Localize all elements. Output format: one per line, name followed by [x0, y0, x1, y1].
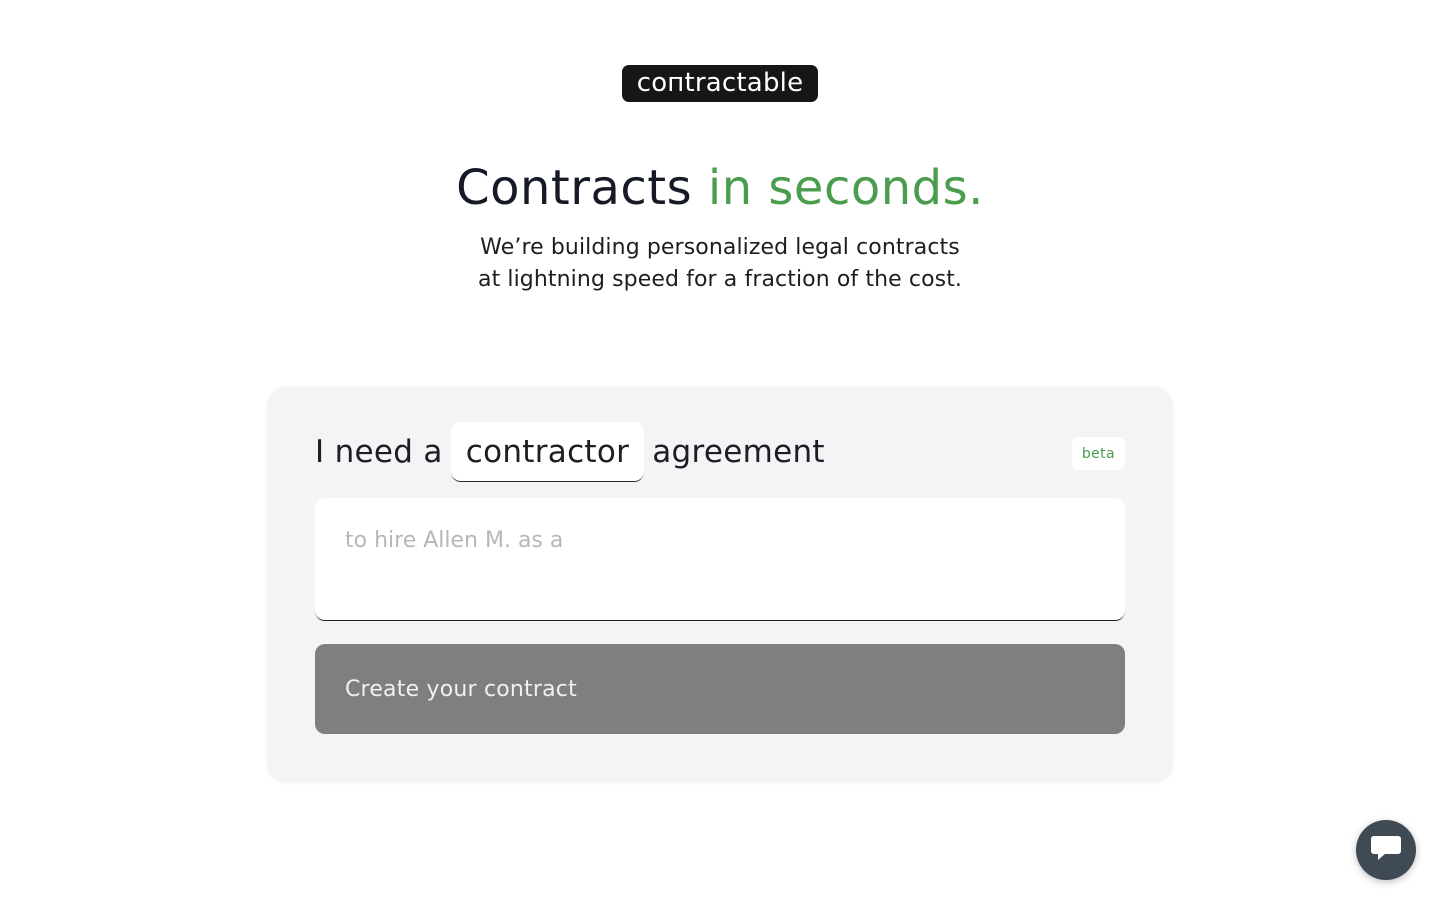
agreement-type-value: contractor [465, 433, 630, 470]
need-suffix-label: agreement [652, 434, 825, 470]
beta-badge: beta [1071, 437, 1125, 470]
contract-form-card: I need a contractor agreement beta Creat… [269, 387, 1171, 779]
hero-title-main: Contracts [456, 160, 693, 216]
hero-title-accent: in seconds. [707, 160, 984, 216]
hero-subtitle-line-2: at lightning speed for a fraction of the… [477, 267, 963, 292]
contract-details-input[interactable] [315, 498, 1125, 621]
hero-title: Contracts in seconds. [0, 158, 1440, 218]
hero-subtitle: We’re building personalized legal contra… [0, 232, 1440, 296]
hero-subtitle-line-1: We’re building personalized legal contra… [480, 235, 960, 260]
need-prefix-label: I need a [315, 434, 443, 470]
create-contract-button[interactable]: Create your contract [315, 644, 1125, 734]
chat-bubble-icon [1371, 834, 1401, 866]
agreement-type-row: I need a contractor agreement [315, 422, 825, 482]
chat-launcher-button[interactable] [1356, 820, 1416, 880]
beta-label: beta [1081, 445, 1115, 462]
logo[interactable]: coпtractable [622, 65, 818, 102]
page: coпtractable Contracts in seconds. We’re… [0, 0, 1440, 900]
agreement-type-select[interactable]: contractor [450, 422, 645, 482]
logo-text: coпtractable [636, 67, 804, 98]
